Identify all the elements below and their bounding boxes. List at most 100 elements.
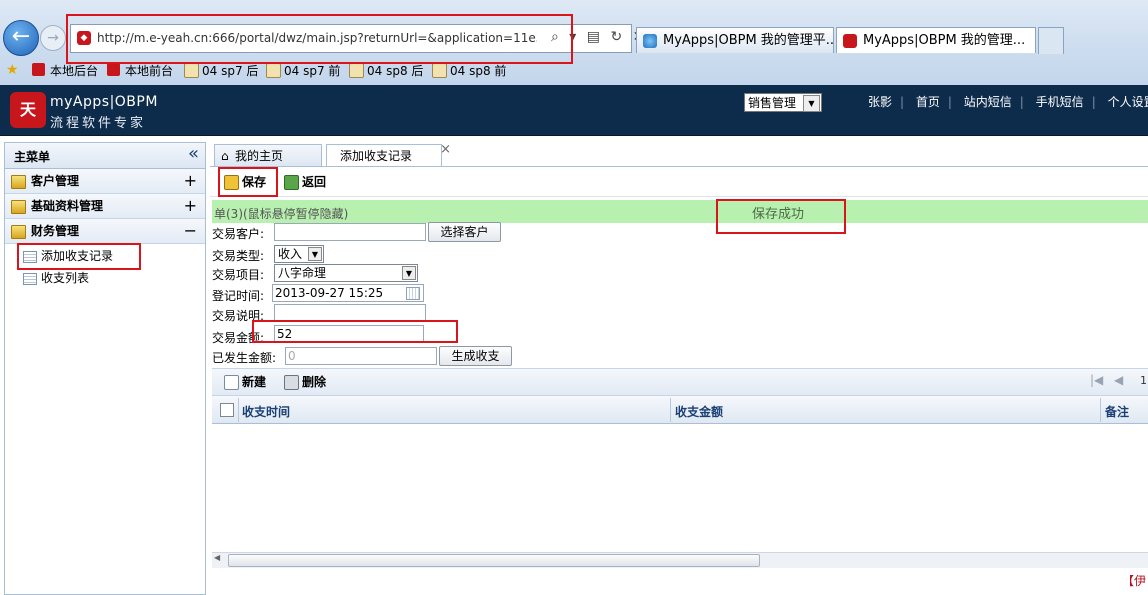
site-favicon-icon	[107, 63, 120, 76]
sidebar-group-basic-data[interactable]: 基础资料管理 +	[5, 194, 205, 219]
logo-title: myApps|OBPM	[50, 94, 158, 110]
home-icon: ⌂	[221, 149, 229, 163]
sidebar-group-finance[interactable]: 财务管理 −	[5, 219, 205, 244]
message-bar	[212, 200, 1148, 223]
chevron-down-icon[interactable]: ▼	[803, 95, 820, 112]
expand-icon[interactable]: +	[184, 169, 197, 193]
page-icon	[266, 63, 281, 78]
select-all-checkbox[interactable]	[220, 403, 234, 417]
folder-icon	[11, 200, 26, 214]
item-label: 交易项目:	[212, 268, 265, 282]
expand-icon[interactable]: +	[184, 194, 197, 218]
logo: 天	[10, 92, 46, 128]
footer-text: 【伊	[1122, 574, 1147, 588]
address-tools-icons[interactable]: ⌕ ▾ ▤ ↻ ✕	[551, 29, 647, 45]
chevron-down-icon[interactable]: ▼	[402, 266, 416, 280]
page-number: 1	[1140, 374, 1147, 387]
customer-label: 交易客户:	[212, 227, 265, 241]
collapse-icon[interactable]: «	[188, 143, 199, 164]
time-label: 登记时间:	[212, 289, 265, 303]
site-favicon-icon	[843, 34, 857, 48]
home-link[interactable]: 首页	[916, 95, 940, 109]
role-select-value: 销售管理	[748, 96, 797, 110]
page-icon	[349, 63, 364, 78]
column-header-remark[interactable]: 备注	[1105, 403, 1129, 420]
form-toolbar	[210, 168, 1148, 197]
page-icon	[184, 63, 199, 78]
top-links: 张影| 首页| 站内短信| 手机短信| 个人设置	[868, 93, 1148, 110]
delete-button[interactable]: 删除	[284, 372, 326, 392]
new-tab-button[interactable]	[1038, 27, 1064, 54]
chevron-down-icon[interactable]: ▼	[308, 247, 322, 261]
generate-button[interactable]: 生成收支	[439, 346, 512, 366]
sidebar-item-record-list[interactable]: 收支列表	[19, 268, 89, 288]
occurred-label: 已发生金额:	[212, 351, 277, 365]
new-icon	[224, 375, 239, 390]
address-bar[interactable]: ◆ http://m.e-yeah.cn:666/portal/dwz/main…	[70, 24, 644, 53]
first-page-icon[interactable]: |◀	[1090, 373, 1103, 387]
browser-tab-2[interactable]: MyApps|OBPM 我的管理...	[836, 27, 1036, 53]
favorite-item[interactable]: 本地后台	[32, 62, 98, 79]
page-icon	[432, 63, 447, 78]
calendar-icon[interactable]	[406, 287, 420, 300]
scrollbar-thumb[interactable]	[228, 554, 760, 567]
prev-page-icon[interactable]: ◀	[1114, 373, 1123, 387]
item-select[interactable]: 八字命理 ▼	[274, 264, 418, 282]
sidebar-header: 主菜单 «	[5, 143, 205, 169]
back-arrow-icon[interactable]: ←	[3, 20, 39, 56]
grid-toolbar	[212, 368, 1148, 396]
collapse-group-icon[interactable]: −	[184, 219, 197, 243]
list-icon	[23, 273, 37, 285]
tab-add-record[interactable]: 添加收支记录 ×	[326, 142, 451, 166]
trash-icon	[284, 375, 299, 390]
tab-home[interactable]: ⌂ 我的主页	[214, 144, 322, 166]
select-customer-button[interactable]: 选择客户	[428, 222, 501, 242]
desc-input[interactable]	[274, 304, 426, 322]
settings-link[interactable]: 个人设置	[1108, 95, 1148, 109]
sidebar-group-customer[interactable]: 客户管理 +	[5, 169, 205, 194]
save-icon	[224, 175, 239, 190]
inbox-link[interactable]: 站内短信	[964, 95, 1012, 109]
sidebar-item-add-record[interactable]: 添加收支记录	[19, 246, 113, 266]
user-link[interactable]: 张影	[868, 95, 892, 109]
back-icon	[284, 175, 299, 190]
favorite-item[interactable]: 04 sp7 前	[266, 62, 340, 79]
scroll-left-icon[interactable]: ◀	[214, 553, 220, 562]
type-select[interactable]: 收入 ▼	[274, 245, 324, 263]
url-text[interactable]: http://m.e-yeah.cn:666/portal/dwz/main.j…	[97, 31, 537, 45]
desc-label: 交易说明:	[212, 309, 265, 323]
folder-icon	[11, 225, 26, 239]
sidebar: 主菜单 « 客户管理 + 基础资料管理 + 财务管理 − 添加收支记录 收支列表	[4, 142, 206, 595]
favorite-item[interactable]: 04 sp8 前	[432, 62, 506, 79]
sms-link[interactable]: 手机短信	[1036, 95, 1084, 109]
back-button[interactable]: 返回	[284, 172, 326, 192]
favorite-item[interactable]: 04 sp8 后	[349, 62, 423, 79]
forward-arrow-icon[interactable]: →	[40, 25, 66, 51]
folder-icon	[11, 175, 26, 189]
browser-tab-1[interactable]: MyApps|OBPM 我的管理平...	[636, 27, 834, 53]
column-header-amount[interactable]: 收支金额	[675, 403, 723, 420]
type-label: 交易类型:	[212, 249, 265, 263]
amount-input[interactable]: 52	[274, 325, 424, 343]
role-select[interactable]: 销售管理 ▼	[744, 93, 822, 112]
column-header-time[interactable]: 收支时间	[242, 403, 290, 420]
message-hint: 单(3)(鼠标悬停暂停隐藏)	[214, 207, 349, 221]
site-favicon-icon: ◆	[77, 31, 91, 45]
customer-input[interactable]	[274, 223, 426, 241]
favorite-item[interactable]: 04 sp7 后	[184, 62, 258, 79]
success-message: 保存成功	[752, 207, 805, 222]
star-icon[interactable]: ★	[6, 62, 19, 78]
logo-subtitle: 流程软件专家	[50, 116, 147, 131]
ie-favicon-icon	[643, 34, 657, 48]
close-icon[interactable]: ×	[440, 139, 451, 161]
list-icon	[23, 251, 37, 263]
amount-label: 交易金额:	[212, 331, 265, 345]
new-button[interactable]: 新建	[224, 372, 266, 392]
sidebar-title: 主菜单	[14, 150, 51, 164]
time-input[interactable]: 2013-09-27 15:25	[272, 284, 424, 302]
occurred-input[interactable]: 0	[285, 347, 437, 365]
browser-tab-2-label: MyApps|OBPM 我的管理...	[863, 33, 1026, 48]
save-button[interactable]: 保存	[224, 172, 266, 192]
browser-tab-1-label: MyApps|OBPM 我的管理平...	[663, 33, 834, 48]
favorite-item[interactable]: 本地前台	[107, 62, 173, 79]
